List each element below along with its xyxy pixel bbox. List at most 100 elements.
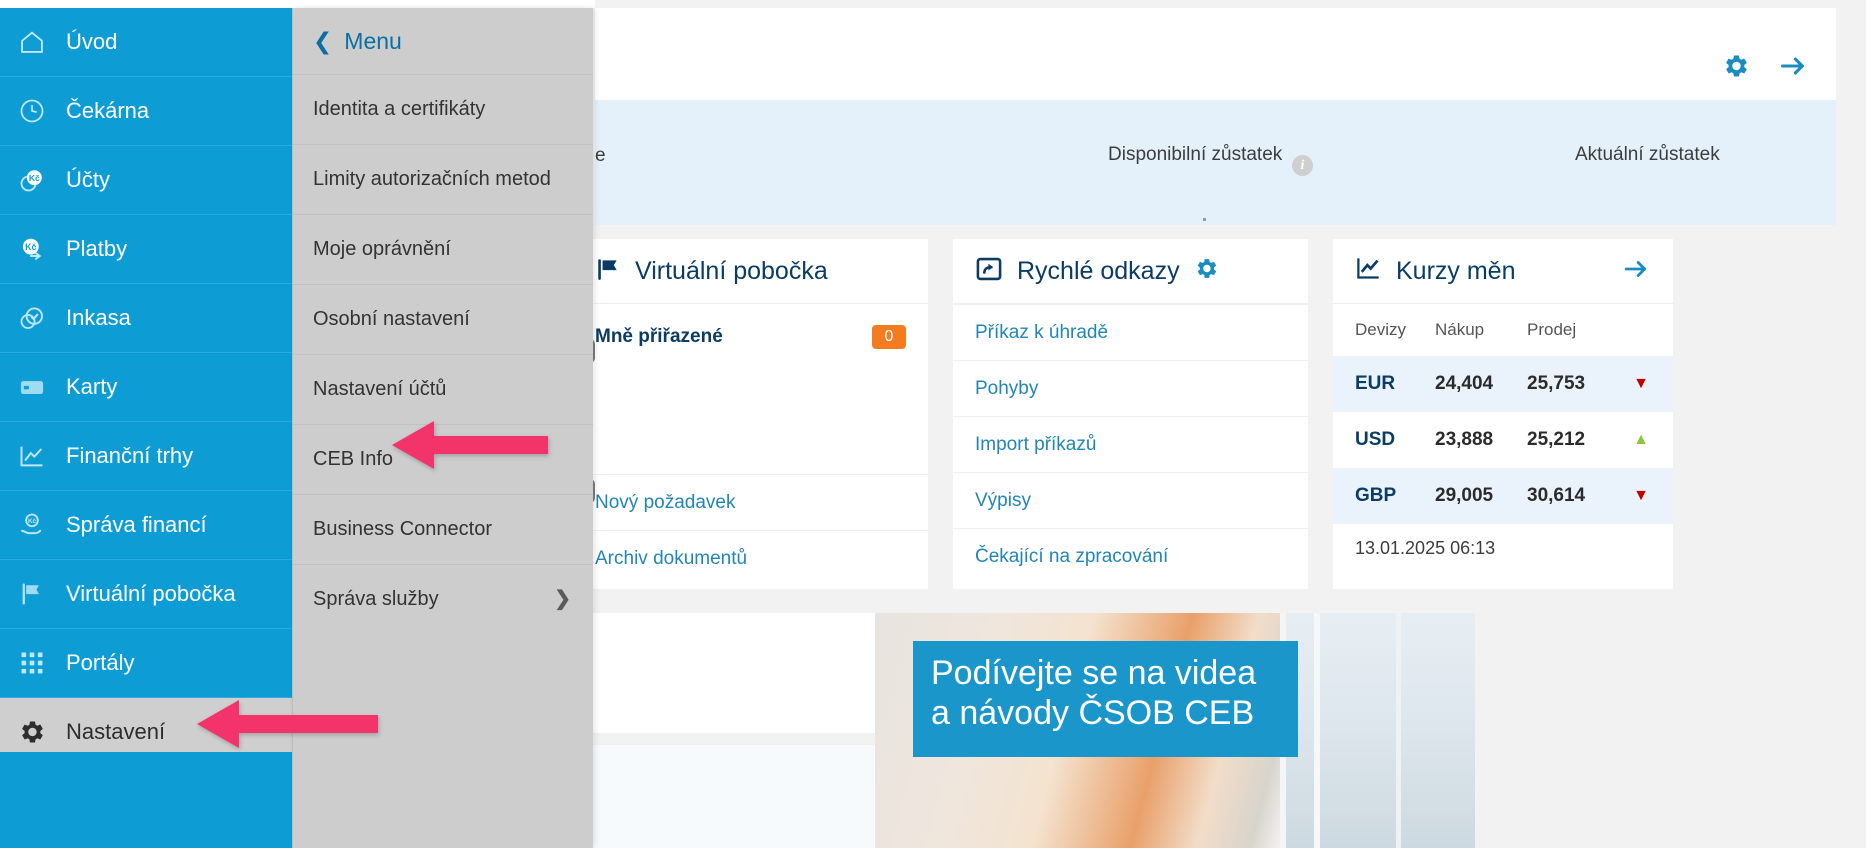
sell-rate: 25,753	[1527, 373, 1586, 394]
svg-text:Kč: Kč	[25, 242, 36, 252]
submenu-item-label: Správa služby	[313, 587, 439, 610]
sidebar-item-label: Inkasa	[66, 305, 131, 330]
sidebar-item-label: Úvod	[66, 29, 118, 54]
table-row[interactable]: USD 23,888 25,212 ▲	[1333, 412, 1673, 468]
card-header: Kurzy měn	[1333, 239, 1673, 304]
toolbar-actions	[1722, 52, 1806, 80]
sidebar-item-inkasa[interactable]: Inkasa	[0, 284, 292, 353]
submenu-item-osobni-nastaveni[interactable]: Osobní nastavení	[293, 284, 593, 354]
trend-down-icon: ▼	[1633, 487, 1649, 504]
rates-timestamp: 13.01.2025 06:13	[1355, 538, 1496, 558]
sidebar-item-portaly[interactable]: Portály	[0, 629, 292, 698]
promo-banner[interactable]: Podívejte se na videa a návody ČSOB CEB	[875, 613, 1475, 848]
link-pending-processing[interactable]: Čekající na zpracování	[953, 528, 1308, 584]
sidebar-bottom-fill	[0, 752, 292, 848]
submenu-item-business-connector[interactable]: Business Connector	[293, 494, 593, 564]
card-quick-links: Rychlé odkazy Příkaz k úhradě Pohyby Imp…	[953, 239, 1308, 589]
promo-text-box: Podívejte se na videa a návody ČSOB CEB	[913, 641, 1298, 758]
card-header: Rychlé odkazy	[953, 239, 1308, 304]
sidebar-item-cekarna[interactable]: Čekárna	[0, 77, 292, 146]
link-movements[interactable]: Pohyby	[953, 360, 1308, 416]
sidebar-item-financni-trhy[interactable]: Finanční trhy	[0, 422, 292, 491]
balance-value-placeholder	[1203, 218, 1206, 221]
account-toolbar	[595, 8, 1836, 100]
sidebar-item-label: Správa financí	[66, 512, 207, 537]
arrow-right-icon[interactable]	[1778, 52, 1806, 80]
link-document-archive[interactable]: Archiv dokumentů	[573, 530, 928, 586]
sidebar-item-karty[interactable]: Karty	[0, 353, 292, 422]
submenu-back-button[interactable]: ❮ Menu	[293, 8, 593, 74]
card-virtual-branch: Virtuální pobočka Mně přiřazené 0 Nový p…	[573, 239, 928, 589]
card-title: Kurzy měn	[1396, 256, 1516, 285]
card-empty-space	[573, 369, 928, 474]
chevron-left-icon: ❮	[313, 27, 333, 54]
grid-icon	[16, 647, 48, 679]
main-content: e Disponibilní zůstatek i Aktuální zůsta…	[560, 0, 1866, 848]
chart-line-icon	[16, 440, 48, 472]
assigned-row[interactable]: Mně přiřazené 0	[573, 304, 928, 369]
available-balance-label: Disponibilní zůstatek	[1108, 144, 1283, 165]
clock-icon	[16, 95, 48, 127]
gear-icon[interactable]	[1722, 52, 1750, 80]
card-title: Virtuální pobočka	[635, 256, 828, 285]
arrow-right-icon[interactable]	[1621, 256, 1651, 287]
col-devizy: Devizy	[1355, 320, 1407, 339]
sidebar-item-label: Finanční trhy	[66, 443, 194, 468]
card-header: Virtuální pobočka	[573, 239, 928, 304]
currency-code: EUR	[1355, 373, 1396, 394]
balance-summary-strip: e Disponibilní zůstatek i Aktuální zůsta…	[595, 100, 1836, 225]
sidebar-item-ucty[interactable]: Kč Účty	[0, 146, 292, 215]
svg-text:Kč: Kč	[28, 518, 37, 525]
link-new-request[interactable]: Nový požadavek	[573, 474, 928, 530]
chart-line-icon	[1355, 255, 1382, 287]
table-row[interactable]: EUR 24,404 25,753 ▼	[1333, 356, 1673, 412]
buy-rate: 24,404	[1435, 373, 1494, 394]
sidebar-item-uvod[interactable]: Úvod	[0, 8, 292, 77]
buy-rate: 29,005	[1435, 485, 1494, 506]
submenu-item-identita-a-certifikaty[interactable]: Identita a certifikáty	[293, 74, 593, 144]
sidebar-item-label: Čekárna	[66, 98, 150, 123]
sidebar-item-label: Nastavení	[66, 719, 166, 744]
assigned-label: Mně přiřazené	[595, 325, 723, 347]
home-icon	[16, 26, 48, 58]
submenu-item-limity-autorizacnich-metod[interactable]: Limity autorizačních metod	[293, 144, 593, 214]
card-icon	[16, 371, 48, 403]
promo-background-image	[1280, 613, 1475, 848]
app-root: e Disponibilní zůstatek i Aktuální zůsta…	[0, 0, 1866, 848]
sidebar-item-virtualni-pobocka[interactable]: Virtuální pobočka	[0, 560, 292, 629]
flag-icon	[595, 256, 621, 287]
sidebar-item-sprava-financi[interactable]: Kč Správa financí	[0, 491, 292, 560]
table-row[interactable]: GBP 29,005 30,614 ▼	[1333, 468, 1673, 524]
trend-up-icon: ▲	[1633, 431, 1649, 448]
submenu-item-nastaveni-uctu[interactable]: Nastavení účtů	[293, 354, 593, 424]
payment-icon: Kč	[16, 233, 48, 265]
sidebar-item-label: Karty	[66, 374, 118, 399]
currency-code: USD	[1355, 429, 1396, 450]
info-icon[interactable]: i	[1292, 155, 1313, 176]
sidebar-item-label: Účty	[66, 167, 110, 192]
link-statements[interactable]: Výpisy	[953, 472, 1308, 528]
currency-code: GBP	[1355, 485, 1397, 506]
check-circle-icon	[16, 302, 48, 334]
promo-line-2: a návody ČSOB CEB	[931, 694, 1255, 733]
page-right-edge	[1852, 8, 1866, 848]
submenu-item-sprava-sluzby[interactable]: Správa služby ❯	[293, 564, 593, 634]
link-payment-order[interactable]: Příkaz k úhradě	[953, 304, 1308, 360]
gear-icon[interactable]	[1194, 256, 1219, 286]
svg-text:Kč: Kč	[29, 173, 40, 183]
card-title: Rychlé odkazy	[1017, 256, 1180, 285]
col-prodej: Prodej	[1527, 320, 1577, 339]
chevron-right-icon: ❯	[554, 587, 571, 610]
sidebar-item-platby[interactable]: Kč Platby	[0, 215, 292, 284]
link-import-orders[interactable]: Import příkazů	[953, 416, 1308, 472]
sidebar-item-label: Platby	[66, 236, 128, 261]
assigned-count-badge: 0	[872, 324, 906, 349]
annotation-arrow-nastaveni	[197, 700, 378, 748]
trend-down-icon: ▼	[1633, 375, 1649, 392]
submenu-item-moje-opravneni[interactable]: Moje oprávnění	[293, 214, 593, 284]
rates-column-headers: Devizy Nákup Prodej	[1333, 304, 1673, 356]
submenu-back-label: Menu	[344, 27, 402, 54]
col-nakup: Nákup	[1435, 320, 1485, 339]
account-name-tail: e	[595, 145, 606, 166]
flag-icon	[16, 578, 48, 610]
